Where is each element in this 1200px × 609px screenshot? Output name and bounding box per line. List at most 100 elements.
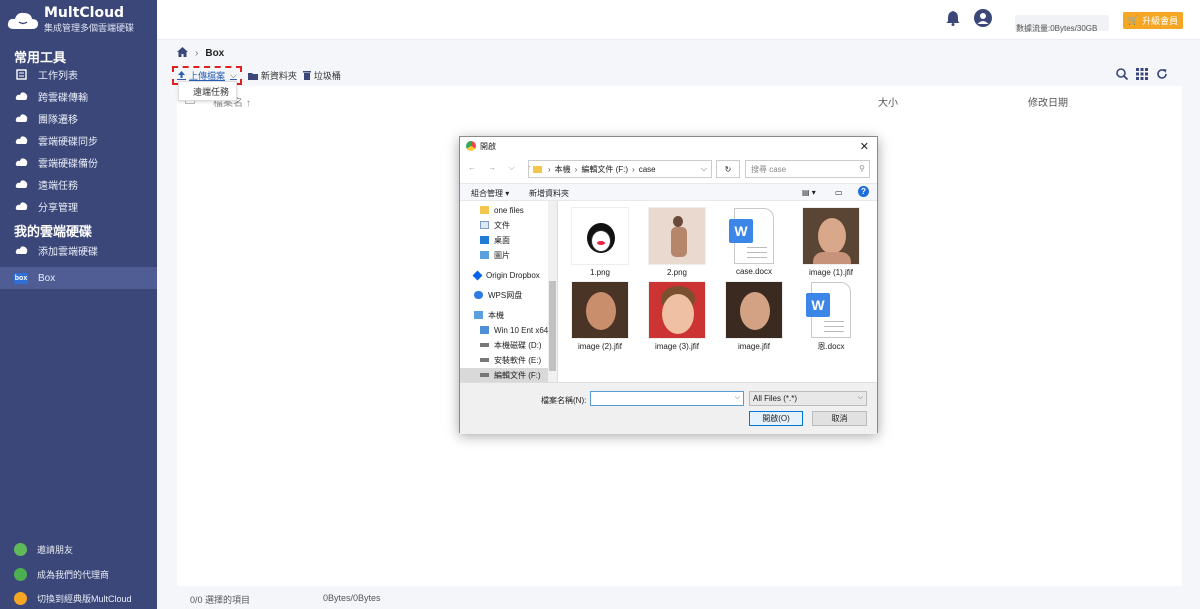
cloud-logo-icon: [6, 9, 40, 31]
upgrade-label: 升級會員: [1142, 16, 1179, 26]
scrollbar-thumb[interactable]: [549, 281, 556, 371]
nav-item-documents[interactable]: 文件: [480, 218, 510, 232]
nav-item-one-files[interactable]: one files: [480, 203, 524, 217]
help-icon[interactable]: ?: [858, 186, 869, 197]
drive-icon: [480, 373, 489, 377]
view-options-icon[interactable]: ▤ ▾: [802, 188, 816, 197]
path-segment[interactable]: 編輯文件 (F:): [581, 164, 628, 175]
file-item-image1-jfif[interactable]: image (1).jfif: [796, 207, 866, 277]
file-name: 1.png: [589, 268, 611, 277]
sidebar-item-box[interactable]: box Box: [0, 267, 157, 289]
address-bar[interactable]: › 本機 › 編輯文件 (F:) › case ⌵: [528, 160, 712, 178]
become-agent-link[interactable]: 成為我們的代理商: [0, 564, 157, 584]
sidebar-item-share[interactable]: 分享管理: [0, 195, 157, 217]
dialog-title: 開啟: [480, 141, 496, 151]
app-tagline: 集成管理多個雲端硬碟: [44, 23, 135, 33]
column-date[interactable]: 修改日期: [1028, 94, 1068, 109]
file-item-1-png[interactable]: 1.png: [565, 207, 635, 277]
new-folder-button[interactable]: 新增資料夾: [529, 188, 569, 199]
nav-item-wps[interactable]: WPS网盘: [474, 288, 522, 302]
cloud-backup-icon: [14, 155, 28, 169]
nav-item-desktop[interactable]: 桌面: [480, 233, 510, 247]
dialog-search-input[interactable]: 搜尋 case ⚲: [745, 160, 870, 178]
bell-icon[interactable]: [946, 10, 960, 29]
breadcrumb-current[interactable]: Box: [205, 48, 224, 59]
nav-item-this-pc[interactable]: 本機: [474, 308, 504, 322]
search-placeholder: 搜尋 case: [751, 164, 787, 174]
chevron-down-icon[interactable]: ⌵: [735, 394, 740, 402]
refresh-icon: ↻: [724, 164, 732, 174]
open-button[interactable]: 開啟(O): [749, 411, 803, 426]
filetype-select[interactable]: All Files (*.*) ⌵: [749, 391, 867, 406]
nav-item-pictures[interactable]: 圖片: [480, 248, 510, 262]
preview-pane-icon[interactable]: ▭: [835, 188, 843, 197]
close-icon[interactable]: ✕: [860, 140, 869, 153]
nav-scrollbar[interactable]: [548, 201, 557, 382]
file-item-image3-jfif[interactable]: image (3).jfif: [642, 281, 712, 351]
new-folder-icon: [247, 72, 258, 80]
sidebar-item-team-migrate[interactable]: 團隊遷移: [0, 107, 157, 129]
invite-friends-link[interactable]: 邀請朋友: [0, 539, 157, 559]
command-bar: 組合管理 ▾ 新增資料夾 ▤ ▾ ▭ ?: [460, 183, 877, 201]
file-thumbnail: [571, 281, 629, 339]
avatar[interactable]: [974, 9, 992, 27]
trash-button[interactable]: 垃圾桶: [302, 69, 341, 82]
computer-icon: [474, 311, 483, 319]
home-icon[interactable]: [177, 47, 188, 60]
breadcrumb: › Box: [177, 47, 224, 60]
nav-arrows[interactable]: ← → ⌵ ↑: [468, 163, 536, 173]
sidebar-item-cloud-sync[interactable]: 雲端硬碟同步: [0, 129, 157, 151]
sidebar-item-remote-task[interactable]: 遠端任務: [0, 173, 157, 195]
sidebar: MultCloud 集成管理多個雲端硬碟 常用工具 工作列表 跨雲碟傳輸 團隊遷…: [0, 0, 157, 609]
file-list-header: 檔案名 ↑ 大小 修改日期: [177, 86, 1182, 114]
file-item-case-docx[interactable]: W case.docx: [719, 207, 789, 276]
nav-item-drive-d[interactable]: 本機磁碟 (D:): [480, 338, 542, 352]
switch-classic-link[interactable]: 切換到經典版MultCloud: [0, 588, 157, 608]
address-row: ← → ⌵ ↑ › 本機 › 編輯文件 (F:) › case ⌵ ↻ 搜尋 c…: [460, 159, 877, 179]
file-item-image2-jfif[interactable]: image (2).jfif: [565, 281, 635, 351]
file-item-image-jfif[interactable]: image.jfif: [719, 281, 789, 351]
grid-view-icon[interactable]: [1136, 68, 1148, 83]
upload-icon: [177, 71, 186, 80]
nav-item-drive-e[interactable]: 安裝軟件 (E:): [480, 353, 541, 367]
team-migrate-icon: [14, 111, 28, 125]
sidebar-item-task-list[interactable]: 工作列表: [0, 63, 157, 85]
nav-item-drive-c[interactable]: Win 10 Ent x64: [480, 323, 548, 337]
sidebar-item-label: 雲端硬碟同步: [38, 136, 98, 148]
file-item-en-docx[interactable]: W 恩.docx: [796, 281, 866, 352]
wps-icon: [474, 291, 483, 299]
upgrade-button[interactable]: 🛒 升級會員: [1123, 12, 1183, 29]
new-folder-button[interactable]: 新資料夾: [247, 69, 297, 82]
sort-up-icon[interactable]: ↑: [246, 98, 251, 109]
app-name: MultCloud: [44, 5, 125, 21]
selected-count: 0/0 選擇的項目: [190, 595, 251, 605]
refresh-icon[interactable]: [1156, 68, 1168, 83]
box-icon: box: [14, 272, 28, 284]
upload-dropdown-menu: 遠端任務: [178, 81, 237, 101]
path-segment[interactable]: case: [639, 165, 656, 174]
search-icon[interactable]: [1116, 68, 1129, 83]
column-size[interactable]: 大小: [878, 94, 898, 109]
documents-icon: [480, 221, 489, 229]
chevron-down-icon[interactable]: ⌵: [230, 70, 237, 81]
logo[interactable]: MultCloud 集成管理多個雲端硬碟: [6, 6, 134, 34]
menu-item-remote-task[interactable]: 遠端任務: [193, 85, 229, 98]
nav-item-dropbox[interactable]: Origin Dropbox: [472, 268, 540, 282]
path-segment[interactable]: 本機: [555, 164, 571, 175]
sidebar-item-cloud-transfer[interactable]: 跨雲碟傳輸: [0, 85, 157, 107]
share-icon: [14, 199, 28, 213]
filename-input[interactable]: ⌵: [590, 391, 744, 406]
dialog-nav-pane: one files 文件 桌面 圖片 Origin Dropbox WPS网盘 …: [460, 201, 558, 382]
file-thumbnail: [648, 281, 706, 339]
refresh-button[interactable]: ↻: [716, 160, 740, 178]
cancel-button[interactable]: 取消: [812, 411, 867, 426]
nav-item-drive-f[interactable]: 編輯文件 (F:): [460, 368, 548, 382]
file-name: 恩.docx: [817, 342, 845, 351]
sidebar-item-add-cloud[interactable]: 添加雲端硬碟: [0, 239, 157, 261]
chevron-down-icon[interactable]: ⌵: [701, 164, 707, 174]
chevron-right-icon: ›: [195, 48, 199, 59]
file-name: 2.png: [666, 268, 688, 277]
file-item-2-png[interactable]: 2.png: [642, 207, 712, 277]
sidebar-item-cloud-backup[interactable]: 雲端硬碟備份: [0, 151, 157, 173]
organize-button[interactable]: 組合管理 ▾: [471, 188, 509, 199]
